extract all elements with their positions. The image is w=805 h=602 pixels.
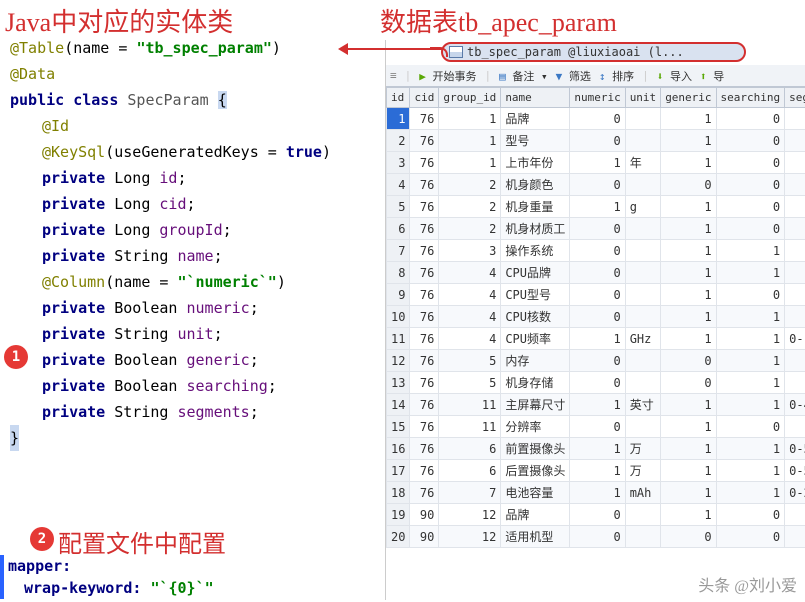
annotation-data: @Data	[10, 61, 385, 87]
column-header[interactable]: id	[387, 88, 410, 108]
db-table-wrap[interactable]: idcidgroup_idnamenumericunitgenericsearc…	[386, 87, 805, 600]
sort-button[interactable]: ↕ 排序	[599, 68, 634, 84]
watermark: 头条 @刘小爱	[698, 572, 797, 596]
config-file-label: 配置文件中配置	[58, 524, 226, 559]
table-row[interactable]: 157611分辨率010	[387, 416, 805, 438]
table-row[interactable]: 4762机身颜色000	[387, 174, 805, 196]
table-row[interactable]: 9764CPU型号010	[387, 284, 805, 306]
table-row[interactable]: 12765内存001	[387, 350, 805, 372]
menu-icon[interactable]: ≡	[390, 69, 397, 82]
column-header[interactable]: seg	[785, 88, 805, 108]
column-header[interactable]: name	[501, 88, 570, 108]
export-button[interactable]: ⬆ 导	[700, 68, 724, 84]
column-header[interactable]: unit	[625, 88, 661, 108]
db-tab-label: tb_spec_param @liuxiaoai (l...	[467, 45, 684, 59]
table-row[interactable]: 3761上市年份1年10	[387, 152, 805, 174]
annotation-marker-2: 2	[30, 527, 54, 551]
table-row[interactable]: 6762机身材质工010	[387, 218, 805, 240]
table-row[interactable]: 11764CPU频率1GHz110-1	[387, 328, 805, 350]
db-tab[interactable]: tb_spec_param @liuxiaoai (l...	[441, 42, 746, 62]
column-header[interactable]: generic	[661, 88, 716, 108]
arrow-line	[342, 48, 442, 50]
import-button[interactable]: ⬇ 导入	[657, 68, 692, 84]
column-header[interactable]: group_id	[439, 88, 501, 108]
comment-button[interactable]: ▤ 备注 ▾	[499, 68, 548, 84]
column-header[interactable]: numeric	[570, 88, 625, 108]
annotation-table: @Table	[10, 39, 64, 57]
table-row[interactable]: 1761品牌010	[387, 108, 805, 130]
header: Java中对应的实体类 数据表tb_apec_param	[0, 2, 805, 32]
table-icon	[449, 46, 463, 58]
table-row[interactable]: 17766后置摄像头1万110-5	[387, 460, 805, 482]
column-header[interactable]: searching	[716, 88, 785, 108]
table-row[interactable]: 8764CPU品牌011	[387, 262, 805, 284]
db-toolbar: ≡ | ▶ 开始事务 | ▤ 备注 ▾ ▼ 筛选 ↕ 排序 | ⬇ 导入 ⬆ 导	[386, 65, 805, 87]
arrow-curve	[430, 47, 448, 57]
begin-transaction-button[interactable]: ▶ 开始事务	[419, 68, 476, 84]
table-row[interactable]: 7763操作系统011	[387, 240, 805, 262]
table-row[interactable]: 2761型号010	[387, 130, 805, 152]
annotation-id: @Id	[10, 113, 385, 139]
brace-close: }	[10, 425, 19, 451]
filter-button[interactable]: ▼ 筛选	[556, 68, 591, 84]
table-row[interactable]: 16766前置摄像头1万110-5	[387, 438, 805, 460]
yaml-config[interactable]: mapper: wrap-keyword: "`{0}`"	[0, 555, 214, 599]
database-panel: tb_spec_param @liuxiaoai (l... ≡ | ▶ 开始事…	[385, 40, 805, 600]
code-editor[interactable]: @Table(name = "tb_spec_param") @Data pub…	[0, 35, 385, 451]
brace-open: {	[218, 91, 227, 109]
annotation-marker-1: 1	[4, 345, 28, 369]
annotation-column: @Column	[42, 273, 105, 291]
title-right: 数据表tb_apec_param	[380, 2, 617, 39]
table-row[interactable]: 13765机身存储001	[387, 372, 805, 394]
table-row[interactable]: 199012品牌010	[387, 504, 805, 526]
title-left: Java中对应的实体类	[5, 2, 233, 39]
table-row[interactable]: 18767电池容量1mAh110-2	[387, 482, 805, 504]
table-row[interactable]: 147611主屏幕尺寸1英寸110-4	[387, 394, 805, 416]
db-table[interactable]: idcidgroup_idnamenumericunitgenericsearc…	[386, 87, 805, 548]
table-row[interactable]: 5762机身重量1g10	[387, 196, 805, 218]
column-header[interactable]: cid	[410, 88, 439, 108]
table-row[interactable]: 209012适用机型000	[387, 526, 805, 548]
table-row[interactable]: 10764CPU核数011	[387, 306, 805, 328]
